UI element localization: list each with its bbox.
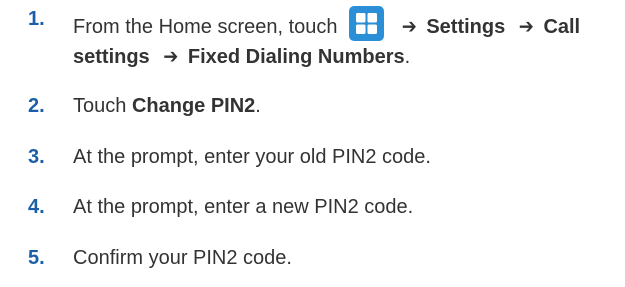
step-number: 5. [28, 247, 45, 269]
step-text: Confirm your PIN2 code. [73, 247, 292, 269]
settings-label: Settings [426, 16, 506, 38]
apps-grid-icon [349, 6, 385, 41]
period: . [404, 46, 411, 68]
call-settings-label: settings [73, 46, 150, 68]
step-text: From the Home screen, touch ➔ Settings ➔… [73, 6, 580, 41]
call-label: Call [543, 16, 581, 38]
arrow-icon: ➔ [401, 16, 417, 38]
step-number: 3. [28, 146, 45, 168]
period: . [255, 95, 261, 117]
arrow-icon: ➔ [518, 16, 534, 38]
arrow-icon: ➔ [163, 46, 179, 68]
step-text: Touch Change PIN2. [73, 93, 261, 119]
change-pin2-label: Change PIN2 [131, 95, 256, 117]
step-text: settings ➔ Fixed Dialing Numbers. [73, 44, 410, 70]
step-text-prefix: From the Home screen, touch [73, 16, 338, 38]
instruction-steps: 1. From the Home screen, touch ➔ Setting… [0, 0, 625, 287]
step-text: At the prompt, enter a new PIN2 code. [73, 196, 414, 218]
step-number: 1. [28, 8, 45, 30]
step-text-prefix: Touch [73, 95, 132, 117]
step-text: At the prompt, enter your old PIN2 code. [73, 146, 431, 168]
step-number: 4. [28, 196, 45, 218]
step-number: 2. [28, 95, 45, 117]
fixed-dialing-numbers-label: Fixed Dialing Numbers [187, 46, 405, 68]
